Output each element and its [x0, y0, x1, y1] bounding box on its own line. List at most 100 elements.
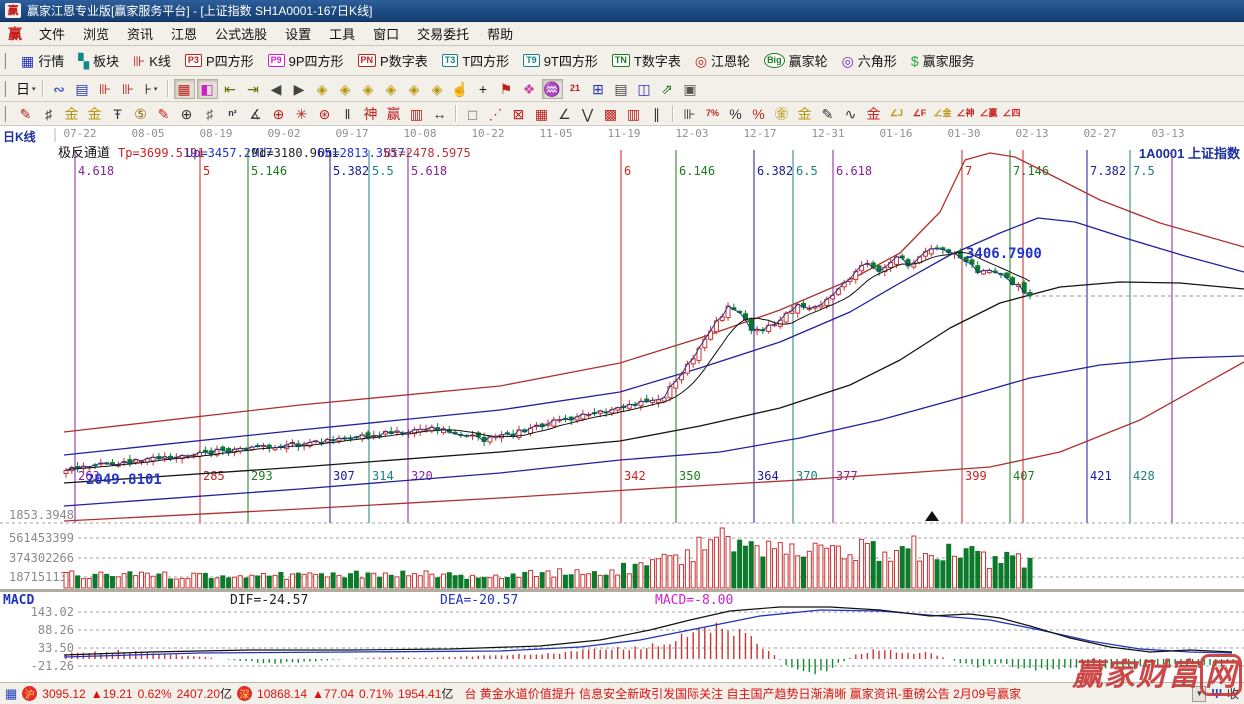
p-number-button[interactable]: PNP数字表 — [351, 49, 435, 73]
angle-f-icon[interactable]: ∠F — [909, 104, 930, 124]
prev-page-icon[interactable]: ◀ — [266, 79, 287, 99]
percent-line-icon[interactable]: % — [748, 104, 769, 124]
export-icon[interactable]: ⇗ — [657, 79, 678, 99]
compress-icon[interactable]: ◈ — [381, 79, 402, 99]
last-page-icon[interactable]: ⇥ — [243, 79, 264, 99]
spiderweb-icon[interactable]: ⊛ — [314, 104, 335, 124]
percent-icon[interactable]: % — [725, 104, 746, 124]
crosshair-icon[interactable]: + — [473, 79, 494, 99]
box-tool-icon[interactable]: ◻ — [462, 104, 483, 124]
check-lines-icon[interactable]: ⋁ — [577, 104, 598, 124]
period-selector[interactable]: 日▾ — [15, 79, 37, 99]
grid-lines-icon[interactable]: ♯ — [38, 104, 59, 124]
angle-shen-icon[interactable]: ∠神 — [955, 104, 976, 124]
calculator-icon[interactable]: ⊞ — [588, 79, 609, 99]
t9-square-button[interactable]: T99T四方形 — [516, 49, 605, 73]
brush-icon[interactable]: ✎ — [817, 104, 838, 124]
bracket-icon[interactable]: ‖ — [337, 104, 358, 124]
shift-left-icon[interactable]: ◈ — [312, 79, 333, 99]
percent7-icon[interactable]: 7% — [702, 104, 723, 124]
menu-item-9[interactable]: 帮助 — [478, 25, 522, 44]
target-red-icon[interactable]: ⊕ — [268, 104, 289, 124]
shift-right-icon[interactable]: ◈ — [335, 79, 356, 99]
wave-tool-icon[interactable]: ♒ — [542, 79, 563, 99]
notes-icon[interactable]: ▤ — [611, 79, 632, 99]
hexagon-button[interactable]: ◎六角形 — [835, 49, 904, 73]
t-number-button[interactable]: TNT数字表 — [605, 49, 688, 73]
pan-hand-icon[interactable]: ☝ — [450, 79, 471, 99]
ticker-dropdown[interactable]: ▼ — [1192, 686, 1206, 702]
gold-ratio-icon[interactable]: 金 — [61, 104, 82, 124]
save-icon[interactable]: ◫ — [634, 79, 655, 99]
gann-box-icon[interactable]: ▦ — [174, 79, 195, 99]
menu-item-5[interactable]: 设置 — [276, 25, 320, 44]
mini-chart-9-icon[interactable]: ⊪ — [118, 79, 139, 99]
angle-ying-icon[interactable]: ∠赢 — [978, 104, 999, 124]
angle-set-icon[interactable]: ∠ — [554, 104, 575, 124]
menu-item-4[interactable]: 公式选股 — [206, 25, 276, 44]
menu-item-2[interactable]: 资讯 — [118, 25, 162, 44]
box-diag-icon[interactable]: ⊠ — [508, 104, 529, 124]
first-page-icon[interactable]: ⇤ — [220, 79, 241, 99]
ying-tool-icon[interactable]: 赢 — [383, 104, 404, 124]
service-button[interactable]: $赢家服务 — [904, 49, 982, 73]
p9-square-button[interactable]: P99P四方形 — [261, 49, 351, 73]
parallel-lines-icon[interactable]: ∥ — [646, 104, 667, 124]
gold-ratio2-icon[interactable]: 金 — [84, 104, 105, 124]
net-grid-icon[interactable]: ▦ — [531, 104, 552, 124]
trend-pencil-icon[interactable]: ✎ — [15, 104, 36, 124]
collapse-label[interactable]: 收 — [1227, 685, 1239, 702]
n-square-icon[interactable]: n² — [222, 104, 243, 124]
angle-tool-icon[interactable]: ⚑ — [496, 79, 517, 99]
sectors-button[interactable]: ▚板块 — [71, 49, 126, 73]
angle-j-icon[interactable]: ∠J — [886, 104, 907, 124]
candle-style-selector[interactable]: ⊦▾ — [141, 79, 162, 99]
gann-circle-icon[interactable]: ⊕ — [176, 104, 197, 124]
gold-under-icon[interactable]: 金 — [863, 104, 884, 124]
winner-wheel-button[interactable]: Big赢家轮 — [757, 49, 835, 73]
gold-circle-icon[interactable]: ㊎ — [771, 104, 792, 124]
overlay-curve-icon[interactable]: ∾ — [49, 79, 70, 99]
color-kline-icon[interactable]: ◧ — [197, 79, 218, 99]
broadcast-icon[interactable]: Ψ — [1211, 686, 1222, 701]
wave-a-icon[interactable]: ∿ — [840, 104, 861, 124]
zoom-horizontal-icon[interactable]: ◈ — [358, 79, 379, 99]
menu-item-0[interactable]: 文件 — [30, 25, 74, 44]
time-grid-icon[interactable]: ▥ — [623, 104, 644, 124]
span-arrows-icon[interactable]: ↔ — [429, 104, 450, 124]
pencil-red-icon[interactable]: ✎ — [153, 104, 174, 124]
shen-tool-icon[interactable]: 神 — [360, 104, 381, 124]
t-square-button[interactable]: T3T四方形 — [435, 49, 516, 73]
angle-gold-icon[interactable]: ∠金 — [932, 104, 953, 124]
zoom-in-icon[interactable]: ◈ — [404, 79, 425, 99]
calendar-icon[interactable]: 21 — [565, 79, 586, 99]
menu-item-3[interactable]: 江恩 — [162, 25, 206, 44]
menu-item-1[interactable]: 浏览 — [74, 25, 118, 44]
quotes-button[interactable]: ▦行情 — [14, 49, 71, 73]
next-page-icon[interactable]: ▶ — [289, 79, 310, 99]
p-square-button[interactable]: P3P四方形 — [178, 49, 261, 73]
mini-chart-3-icon[interactable]: ⊪ — [95, 79, 116, 99]
angle-si-icon[interactable]: ∠四 — [1001, 104, 1022, 124]
menu-item-8[interactable]: 交易委托 — [408, 25, 478, 44]
fibonacci-icon[interactable]: Ŧ — [107, 104, 128, 124]
gann-wheel-button[interactable]: ◎江恩轮 — [688, 49, 757, 73]
ruler-icon[interactable]: ▥ — [406, 104, 427, 124]
starburst-icon[interactable]: ✳ — [291, 104, 312, 124]
fan-lines-icon[interactable]: ⋰ — [485, 104, 506, 124]
kline-button[interactable]: ⊪K线 — [126, 49, 178, 73]
price-grid-icon[interactable]: ▩ — [600, 104, 621, 124]
gold-line-icon[interactable]: 金 — [794, 104, 815, 124]
spiral-icon[interactable]: ⑤ — [130, 104, 151, 124]
kline-chart-canvas[interactable]: 07-2208-0508-1909-0209-1710-0810-2211-05… — [0, 126, 1244, 682]
pattern-tool-icon[interactable]: ❖ — [519, 79, 540, 99]
quote-grid-icon[interactable]: ▦ — [5, 686, 17, 702]
ratio-lines-icon[interactable]: ♯ — [199, 104, 220, 124]
print-icon[interactable]: ▣ — [680, 79, 701, 99]
zoom-out-icon[interactable]: ◈ — [427, 79, 448, 99]
info-panel-icon[interactable]: ▤ — [72, 79, 93, 99]
menu-item-7[interactable]: 窗口 — [364, 25, 408, 44]
menu-item-6[interactable]: 工具 — [320, 25, 364, 44]
hist-tool-icon[interactable]: ⊪ — [679, 104, 700, 124]
angle-measure-icon[interactable]: ∡ — [245, 104, 266, 124]
